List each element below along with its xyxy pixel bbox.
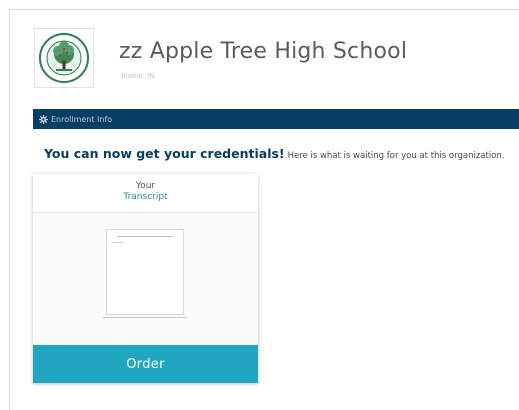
- enrollment-info-link[interactable]: Enrollment Info: [39, 114, 113, 124]
- org-title: zz Apple Tree High School: [119, 39, 408, 64]
- card-header: Your Transcript: [33, 174, 258, 213]
- org-location: Blaine, IN: [121, 72, 155, 80]
- headline-strong: You can now get your credentials!: [44, 146, 285, 161]
- doc-text-line: [111, 242, 123, 243]
- card-preview: [33, 213, 258, 346]
- order-button[interactable]: Order: [33, 345, 258, 383]
- headline-rest: Here is what is waiting for you at this …: [287, 151, 505, 161]
- card-title-line2: Transcript: [123, 192, 168, 202]
- org-nav-bar: Enrollment Info: [33, 109, 519, 129]
- doc-footer-line: [103, 317, 187, 318]
- transcript-card: Your Transcript Order: [33, 174, 258, 383]
- org-header: zz Apple Tree High School Blaine, IN: [23, 21, 513, 91]
- transcript-thumbnail: [106, 229, 184, 315]
- credentials-headline: You can now get your credentials! Here is…: [44, 146, 504, 161]
- school-logo: [34, 28, 94, 88]
- enrollment-info-label: Enrollment Info: [51, 114, 113, 124]
- doc-heading-line: [117, 236, 173, 237]
- gear-icon: [39, 114, 48, 124]
- apple-tree-seal-icon: [39, 33, 89, 83]
- card-title-line1: Your: [135, 181, 156, 191]
